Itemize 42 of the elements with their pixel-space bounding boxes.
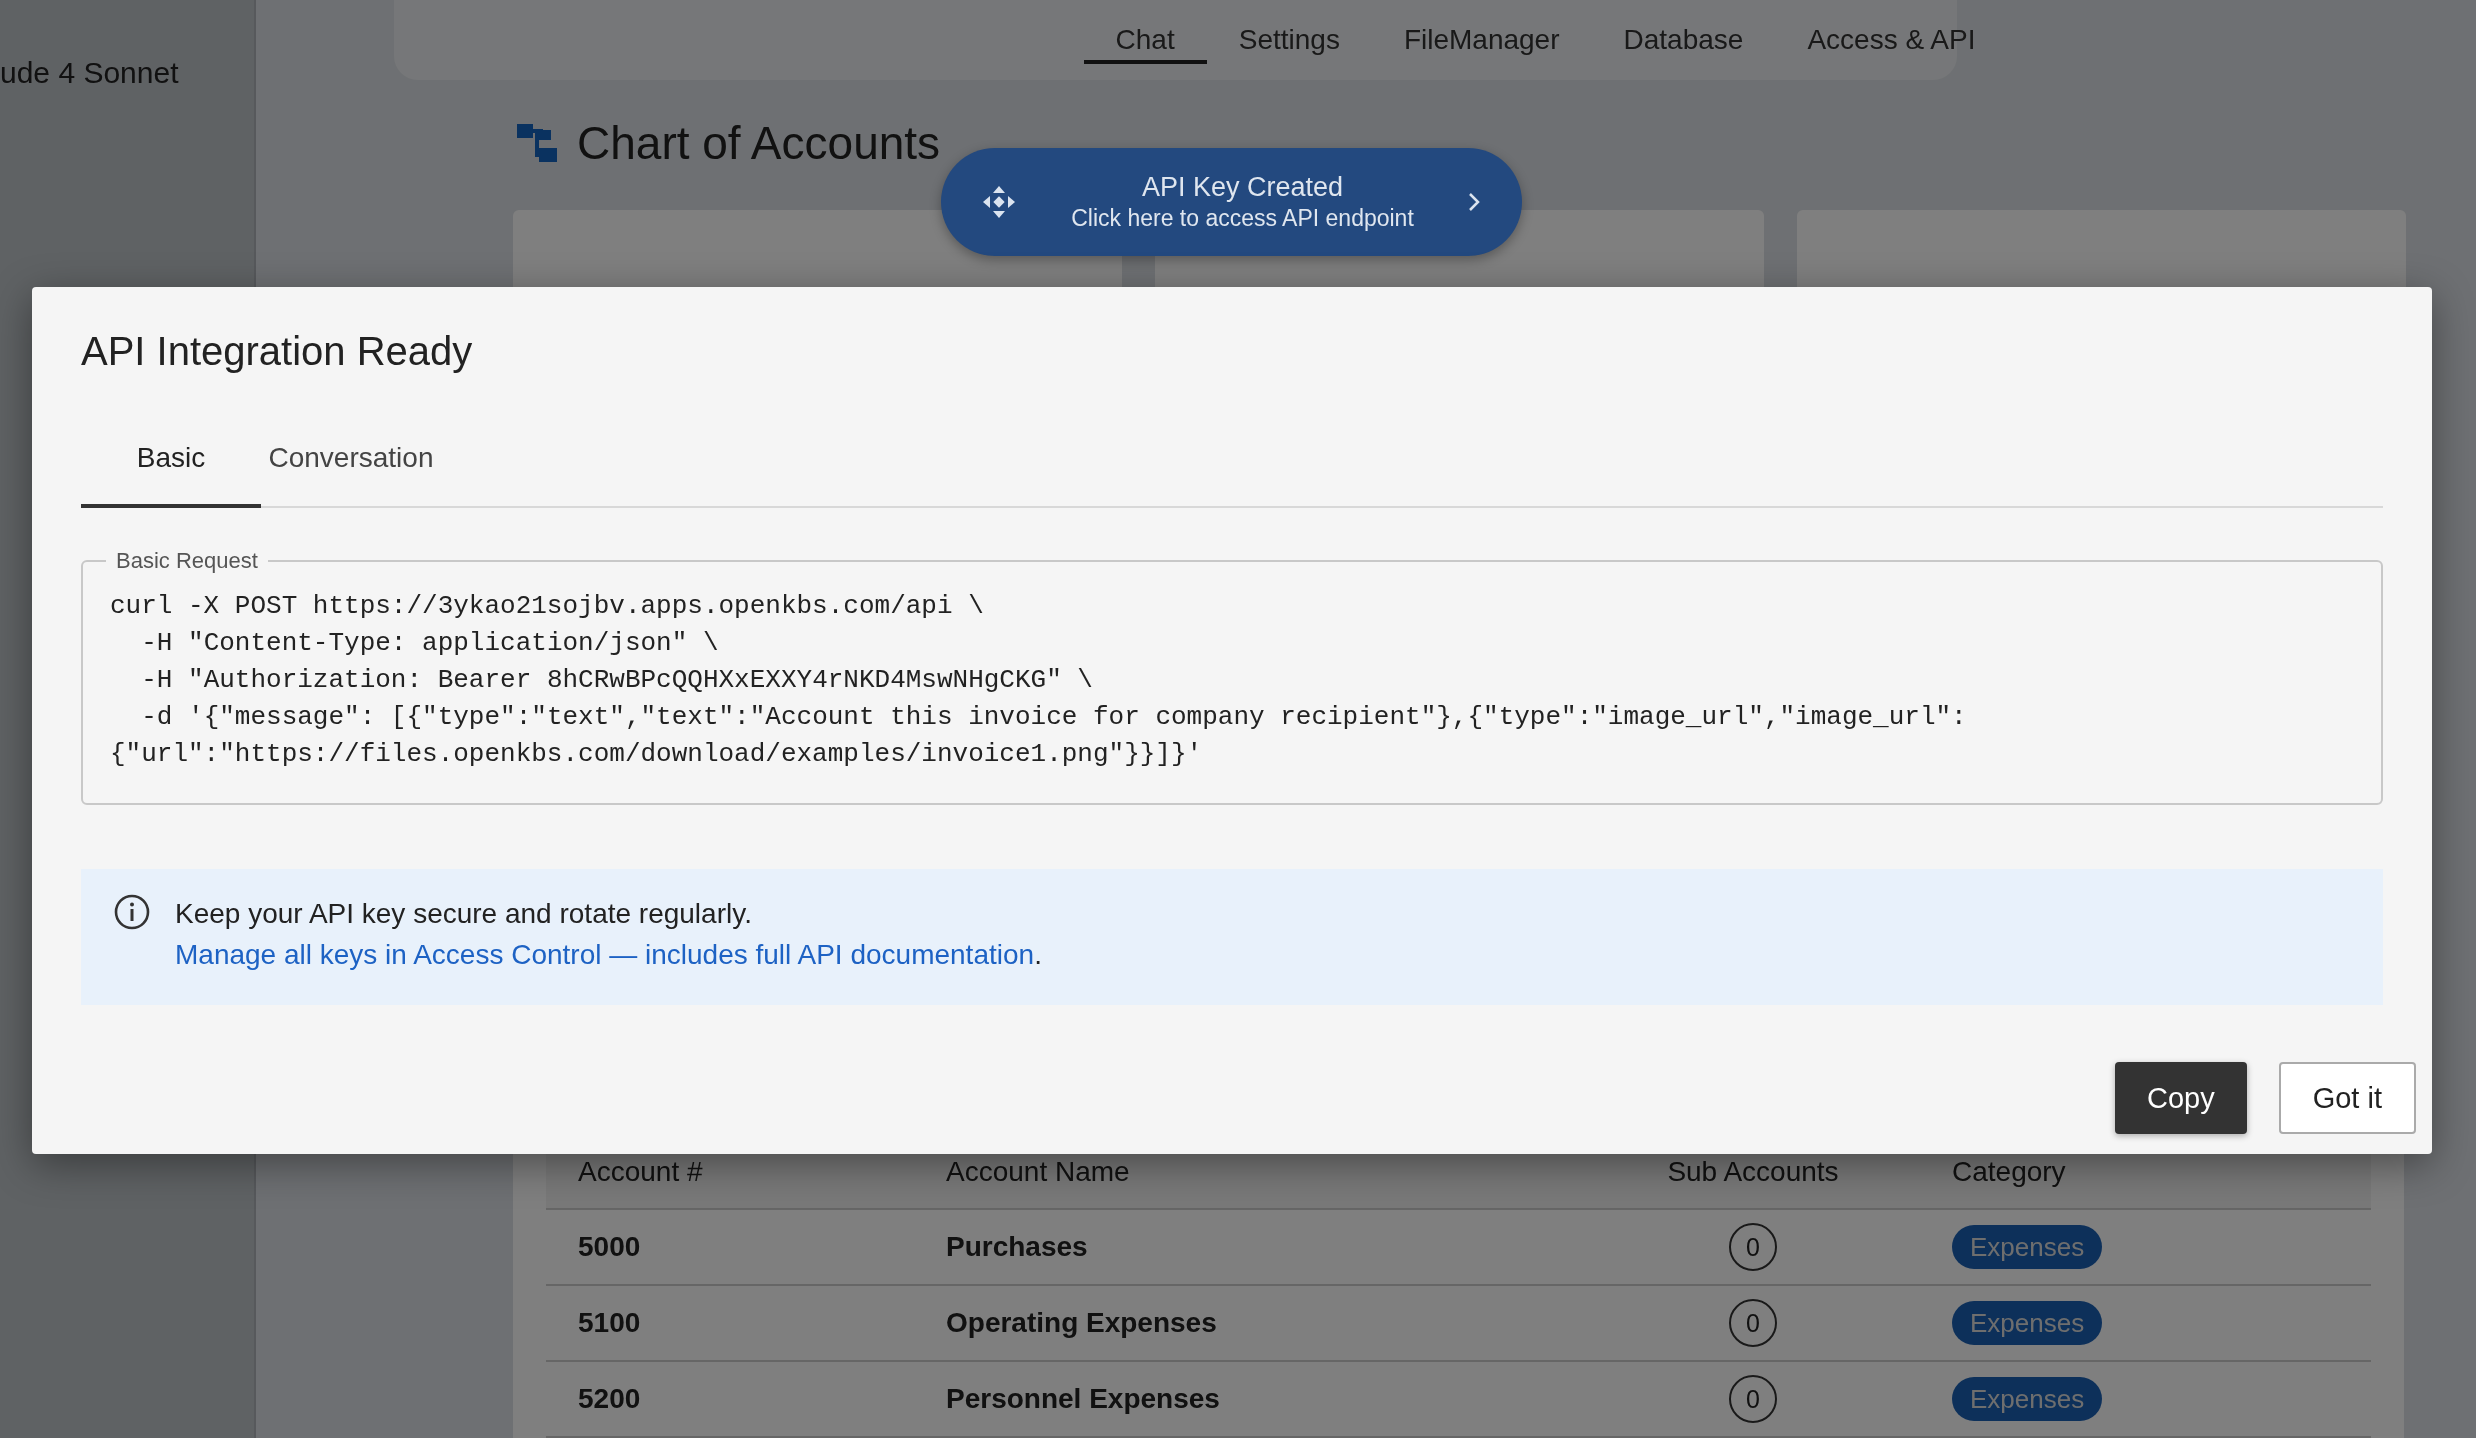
hierarchy-icon <box>517 124 557 162</box>
confirm-button[interactable]: Got it <box>2278 1062 2416 1134</box>
code-line: -d '{"message": [{"type":"text","text":"Account this invoice for company recipient"},{"type":"image_url","image_url": {"url":"https://files.openkbs.com/download/examples/invoice1.png"}}]}' <box>110 701 1968 771</box>
count-badge: 0 <box>1729 1375 1777 1423</box>
access-control-link[interactable]: Manage all keys in Access Control — includes full API documentation <box>175 939 1035 970</box>
panel-legend: Basic Request <box>106 548 268 574</box>
category-chip: Expenses <box>1952 1301 2103 1345</box>
nav-tab[interactable]: Settings <box>1206 0 1372 64</box>
code-line: -H "Content-Type: application/json" \ <box>140 627 720 660</box>
column-header: Account Name <box>946 1156 1131 1188</box>
toast-title: API Key Created <box>1141 172 1344 203</box>
table-cell-text: Purchases <box>946 1231 1089 1263</box>
code-line: curl -X POST https://3ykao21sojbv.apps.openkbs.com/api \ <box>110 590 985 623</box>
column-header: Account # <box>578 1156 704 1188</box>
category-chip: Expenses <box>1952 1225 2103 1269</box>
dialog-title: API Integration Ready <box>81 329 474 374</box>
toast[interactable]: API Key Created Click here to access API endpoint <box>941 148 1522 256</box>
tab[interactable]: Conversation <box>261 416 441 506</box>
toast-subtitle: Click here to access API endpoint <box>1071 205 1414 232</box>
nav-tab[interactable]: Access & API <box>1775 0 2008 64</box>
model-selector-label[interactable]: ude 4 Sonnet <box>0 55 179 90</box>
table-cell-text: 5200 <box>578 1383 642 1415</box>
category-chip: Expenses <box>1952 1377 2103 1421</box>
info-message: Keep your API key secure and rotate regularly. Manage all keys in Access Control — includes full API documentation. <box>175 897 1042 972</box>
table-cell-text: 5000 <box>578 1231 642 1263</box>
chevron-right-icon <box>1468 192 1480 212</box>
nav-tab[interactable]: Database <box>1591 0 1776 64</box>
column-header: Sub Accounts <box>1666 1156 1840 1188</box>
move-icon <box>981 184 1017 220</box>
tab[interactable]: Basic <box>81 416 261 508</box>
table-cell-text: Operating Expenses <box>946 1307 1218 1339</box>
nav-tab[interactable]: FileManager <box>1371 0 1592 64</box>
count-badge: 0 <box>1729 1299 1777 1347</box>
table-cell-text: 5100 <box>578 1307 642 1339</box>
nav-tab[interactable]: Chat <box>1083 0 1207 64</box>
code-line: -H "Authorization: Bearer 8hCRwBPcQQHXxEXXY4rNKD4MswNHgCKG" \ <box>140 664 1094 697</box>
page-title: Chart of Accounts <box>577 116 941 170</box>
copy-button[interactable]: Copy <box>2115 1062 2247 1134</box>
column-header: Category <box>1951 1156 2067 1188</box>
count-badge: 0 <box>1729 1223 1777 1271</box>
table-cell-text: Personnel Expenses <box>946 1383 1221 1415</box>
info-icon <box>113 893 151 931</box>
